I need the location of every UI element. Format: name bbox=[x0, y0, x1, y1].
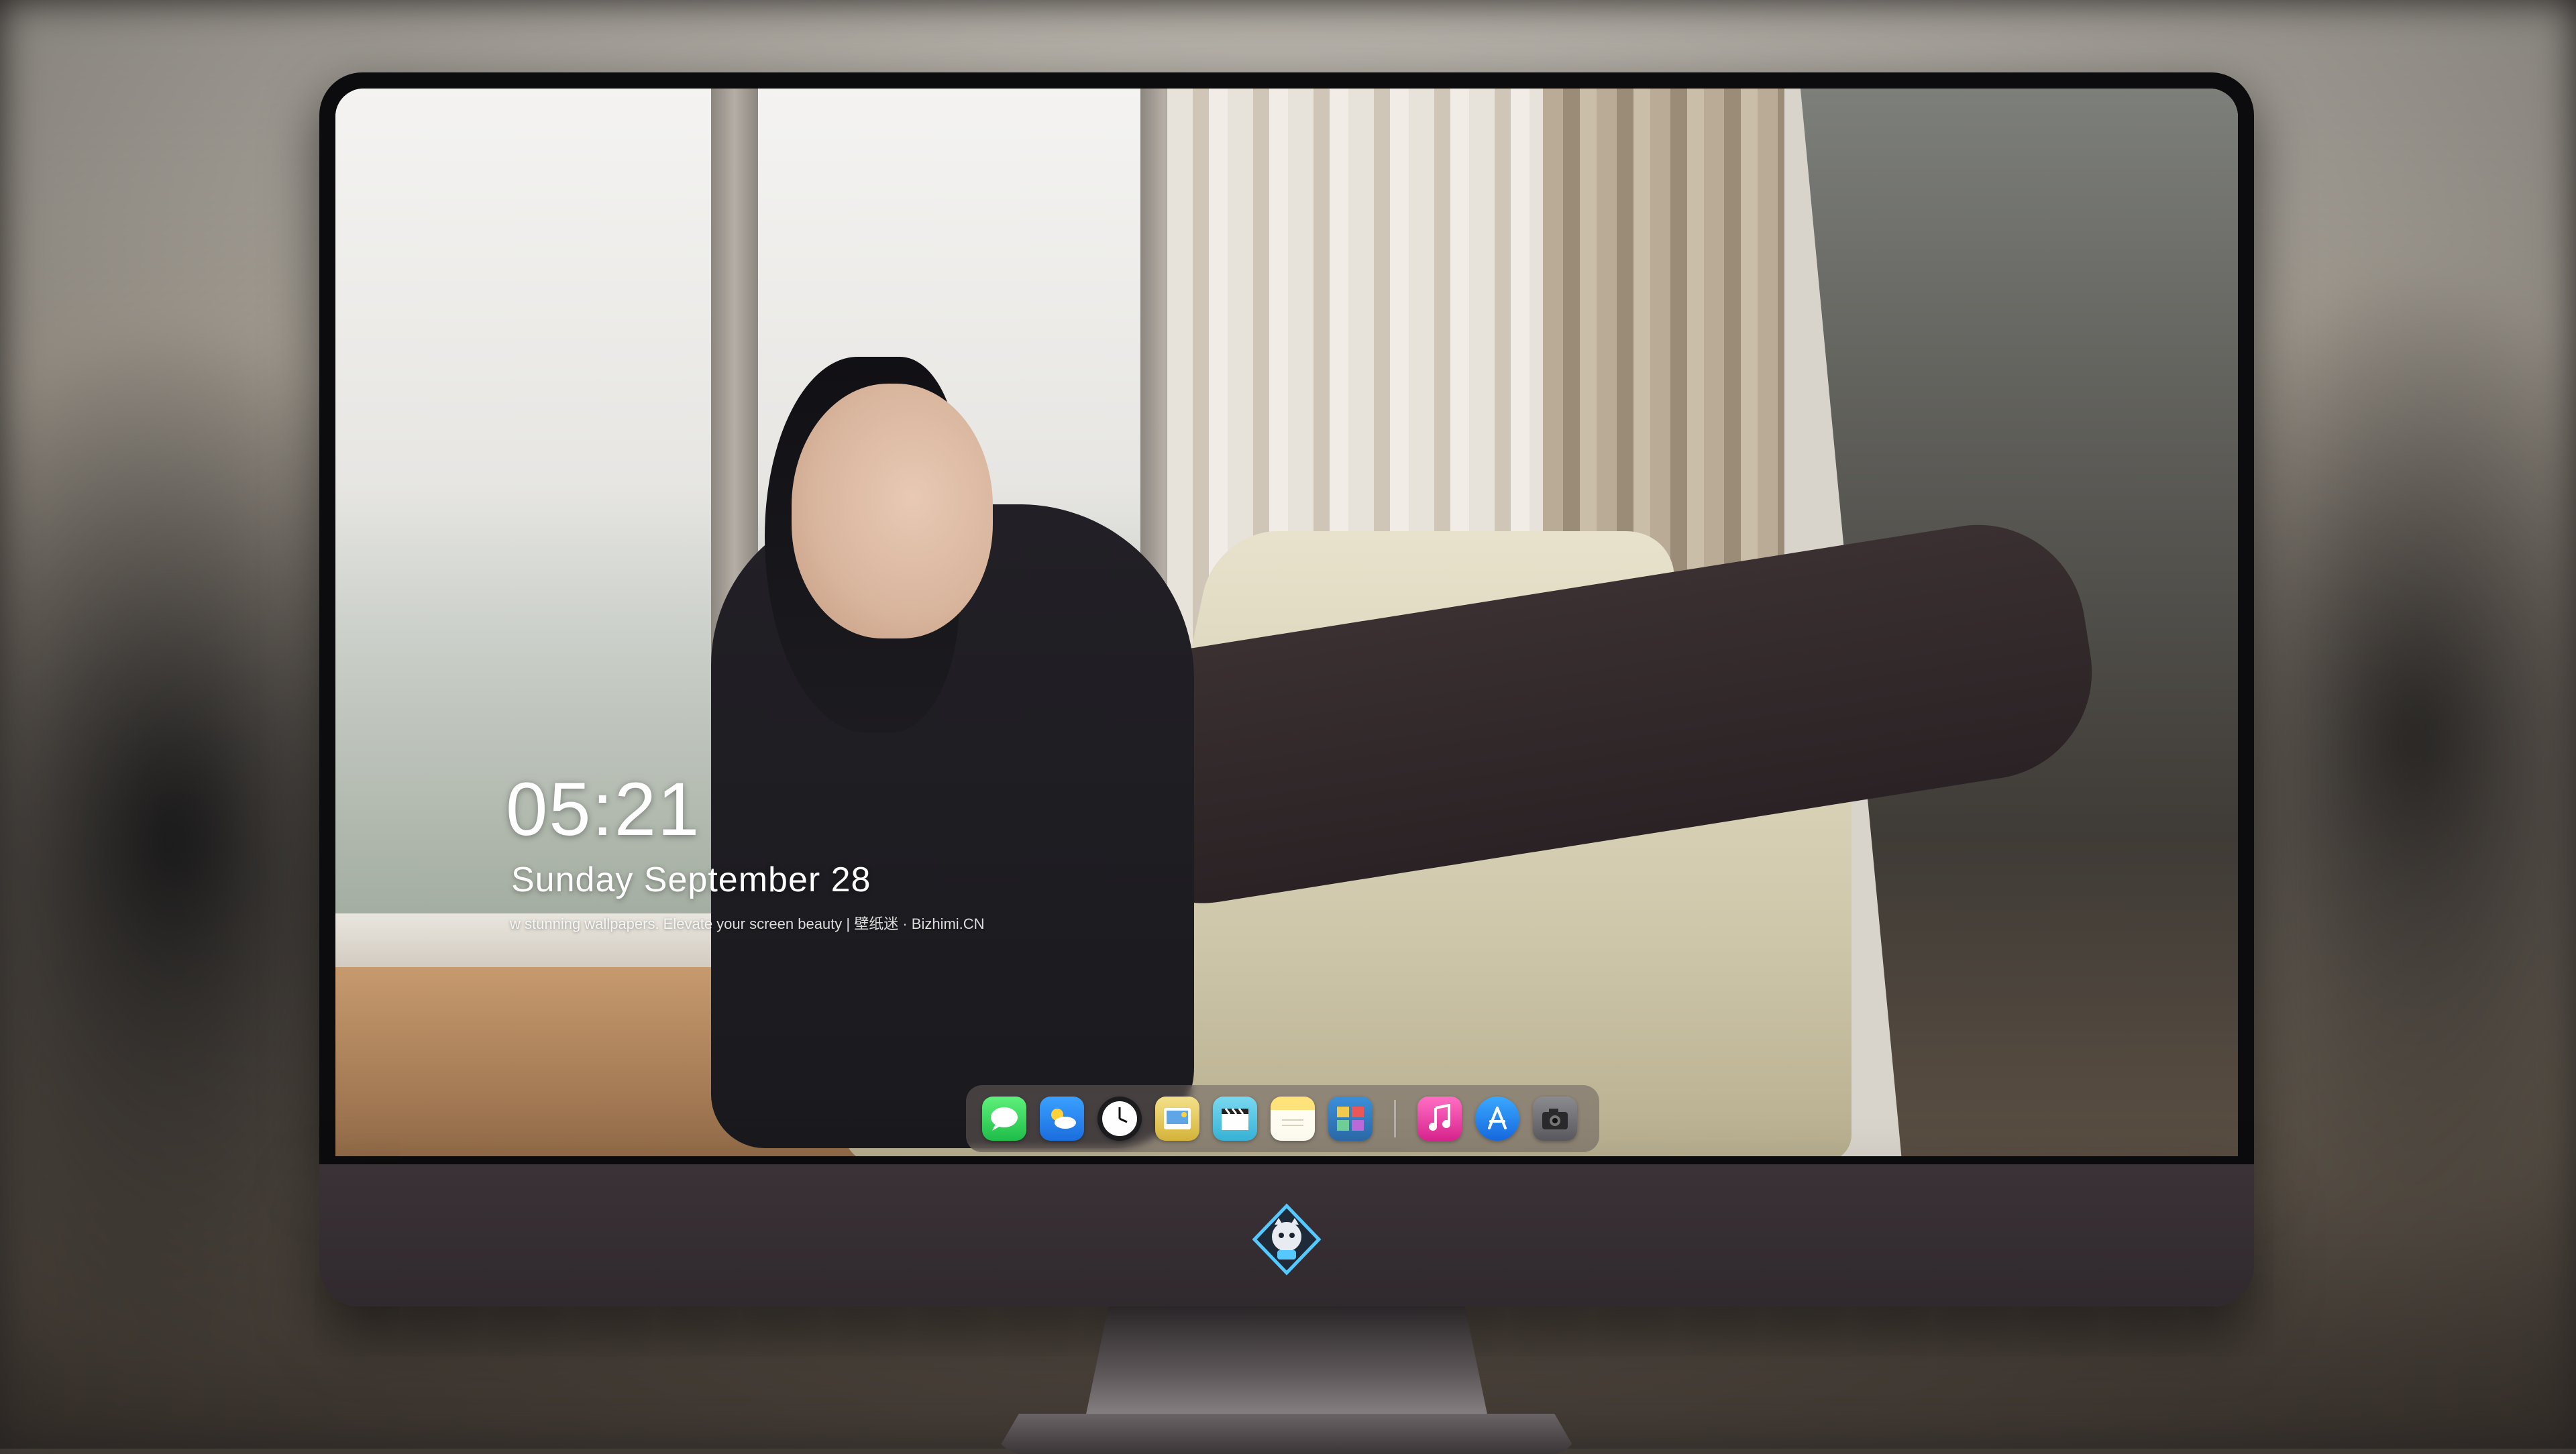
notes-icon[interactable] bbox=[1271, 1097, 1315, 1141]
monitor-stand-neck bbox=[1084, 1306, 1489, 1424]
dock bbox=[966, 1085, 1599, 1152]
weather-icon[interactable] bbox=[1040, 1097, 1084, 1141]
brand-logo-icon bbox=[1252, 1203, 1322, 1276]
monitor-bezel: 05:21 Sunday September 28 w stunning wal… bbox=[319, 72, 2254, 1164]
clock-face-icon bbox=[1102, 1101, 1137, 1136]
photo-booth-icon[interactable] bbox=[1328, 1097, 1373, 1141]
camera-lens-icon bbox=[1542, 1109, 1568, 1129]
film-clapper-icon bbox=[1222, 1108, 1248, 1130]
music-note-icon bbox=[1429, 1104, 1450, 1131]
clock-time: 05:21 bbox=[506, 767, 701, 851]
monitor-stand-base bbox=[996, 1414, 1578, 1454]
speech-bubble-icon bbox=[991, 1107, 1018, 1131]
clock-date: Sunday September 28 bbox=[511, 860, 871, 899]
clapperboard-icon[interactable] bbox=[1213, 1097, 1257, 1141]
desktop-screen: 05:21 Sunday September 28 w stunning wal… bbox=[335, 89, 2238, 1156]
notes-lines-icon bbox=[1282, 1119, 1303, 1126]
dock-separator bbox=[1394, 1100, 1396, 1137]
photo-frame-icon bbox=[1164, 1108, 1191, 1129]
photo-grid-icon bbox=[1337, 1107, 1364, 1131]
imac-monitor: 05:21 Sunday September 28 w stunning wal… bbox=[319, 72, 2254, 1454]
preview-icon[interactable] bbox=[1155, 1097, 1199, 1141]
wallpaper-person-head bbox=[792, 384, 993, 638]
wallpaper-tagline: w stunning wallpapers. Elevate your scre… bbox=[510, 915, 985, 932]
messages-icon[interactable] bbox=[982, 1097, 1026, 1141]
app-store-a-icon bbox=[1488, 1107, 1507, 1129]
sun-cloud-icon bbox=[1051, 1109, 1076, 1129]
clock-icon[interactable] bbox=[1097, 1097, 1142, 1141]
music-icon[interactable] bbox=[1417, 1097, 1462, 1141]
app-store-icon[interactable] bbox=[1475, 1097, 1519, 1141]
monitor-chin bbox=[319, 1164, 2254, 1306]
camera-icon[interactable] bbox=[1533, 1097, 1577, 1141]
